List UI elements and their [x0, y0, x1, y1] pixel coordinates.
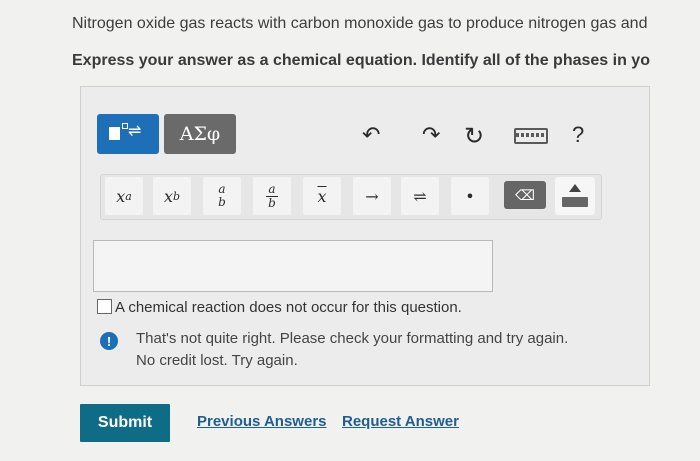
superscript-exp: a	[125, 189, 132, 203]
alert-icon: !	[100, 332, 118, 350]
feedback-line-2: No credit lost. Try again.	[136, 352, 298, 369]
submit-button[interactable]: Submit	[80, 404, 170, 442]
undo-icon[interactable]: ↶	[362, 122, 380, 148]
fraction-button[interactable]: a b	[203, 177, 241, 215]
subscript-base: x	[163, 186, 173, 206]
mixed-fraction-button[interactable]: a b	[253, 177, 291, 215]
template-box-icon	[109, 127, 120, 140]
superscript-button[interactable]: xa	[105, 177, 143, 215]
question-text: Nitrogen oxide gas reacts with carbon mo…	[72, 15, 648, 32]
keyboard-shortcuts-icon[interactable]	[514, 128, 548, 144]
keyboard-up-icon	[569, 184, 581, 192]
editor-toolbar: ⇌ ΑΣφ ↶ ↷ ↻ ?	[94, 110, 614, 162]
help-icon[interactable]: ?	[572, 122, 584, 148]
instruction-text: Express your answer as a chemical equati…	[72, 52, 650, 69]
greek-symbols-button[interactable]: ΑΣφ	[164, 114, 236, 154]
fraction-icon: a b	[218, 182, 226, 209]
redo-icon[interactable]: ↷	[422, 122, 440, 148]
mixed-fraction-icon: a b	[266, 182, 278, 210]
templates-button[interactable]: ⇌	[97, 114, 159, 154]
math-toolbar: xa xb a b a b x → ⇌ • ⌫	[100, 174, 602, 220]
no-reaction-label: A chemical reaction does not occur for t…	[115, 299, 462, 316]
no-reaction-checkbox-row[interactable]: A chemical reaction does not occur for t…	[97, 299, 462, 316]
request-answer-link[interactable]: Request Answer	[342, 413, 459, 430]
subscript-sub: b	[172, 189, 181, 203]
no-reaction-checkbox[interactable]	[97, 299, 112, 314]
previous-answers-link[interactable]: Previous Answers	[197, 413, 327, 430]
keyboard-toggle-button[interactable]	[555, 177, 595, 215]
feedback-line-1: That's not quite right. Please check you…	[136, 330, 569, 347]
dot-button[interactable]: •	[451, 177, 489, 215]
equilibrium-arrow-button[interactable]: ⇌	[401, 177, 439, 215]
answer-input[interactable]	[93, 240, 493, 292]
vector-button[interactable]: x	[303, 177, 341, 215]
keyboard-icon	[562, 197, 588, 207]
template-arrows-icon: ⇌	[128, 123, 142, 140]
reset-icon[interactable]: ↻	[464, 122, 484, 151]
superscript-base: x	[116, 186, 126, 206]
delete-button[interactable]: ⌫	[504, 181, 546, 209]
reaction-arrow-button[interactable]: →	[353, 177, 391, 215]
subscript-button[interactable]: xb	[153, 177, 191, 215]
